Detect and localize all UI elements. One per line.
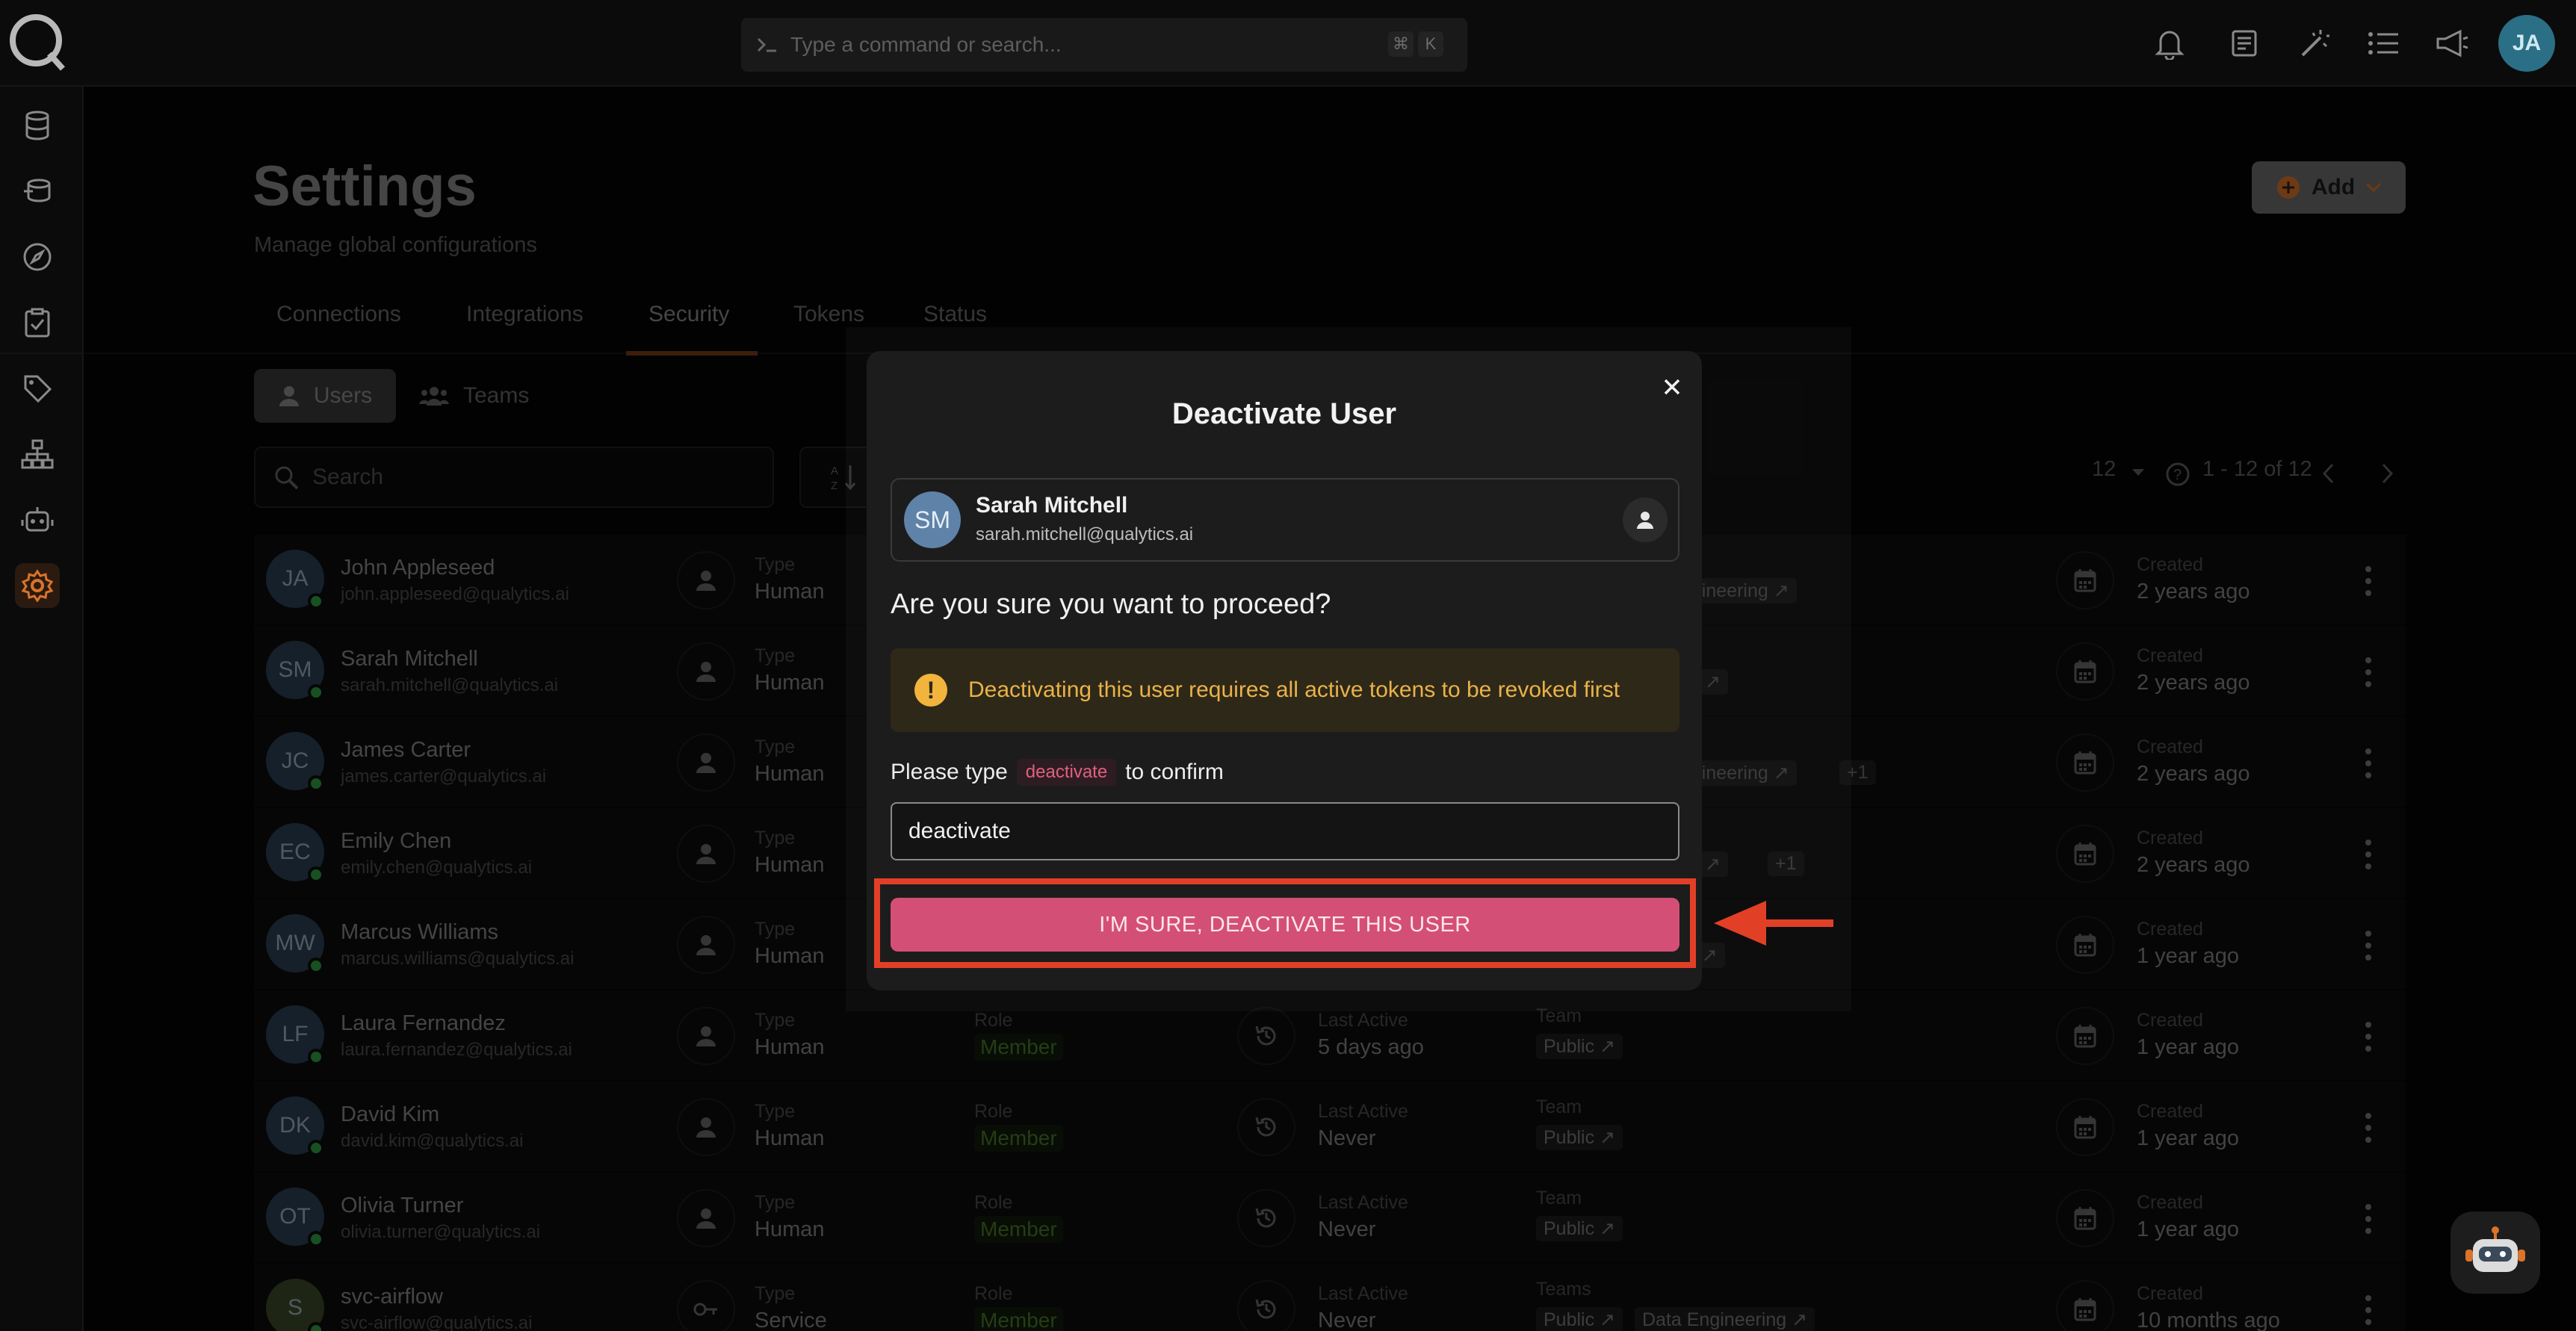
close-icon[interactable] (1657, 372, 1687, 402)
qualytics-logo-icon[interactable] (6, 10, 69, 73)
database-icon[interactable] (15, 103, 60, 148)
confirm-suffix: to confirm (1125, 760, 1224, 784)
user-email: sarah.mitchell@qualytics.ai (976, 524, 1194, 544)
confirm-code: deactivate (1016, 759, 1117, 786)
stack-icon[interactable] (15, 169, 60, 214)
user-name: Sarah Mitchell (976, 493, 1128, 518)
confirm-instruction: Please type deactivate to confirm (891, 759, 1224, 786)
assistant-bot-icon[interactable] (2450, 1211, 2540, 1294)
confirm-prefix: Please type (891, 760, 1008, 784)
command-key-hint: ⌘ (1388, 31, 1414, 57)
gear-icon[interactable] (15, 563, 60, 608)
warning-icon: ! (914, 674, 947, 707)
document-icon[interactable] (2223, 22, 2265, 64)
selected-user-card: SM Sarah Mitchell sarah.mitchell@qualyti… (891, 478, 1679, 562)
arrow-left-icon (1711, 896, 1836, 950)
top-bar: Type a command or search... ⌘ K JA (0, 0, 2576, 87)
command-search-bar[interactable]: Type a command or search... ⌘ K (741, 18, 1467, 72)
command-search-placeholder: Type a command or search... (790, 33, 1062, 56)
warning-text: Deactivating this user requires all acti… (968, 677, 1620, 702)
confirm-text-field[interactable] (891, 802, 1679, 860)
terminal-icon (756, 36, 778, 54)
wand-icon[interactable] (2294, 22, 2335, 64)
checklist-icon[interactable] (15, 300, 60, 345)
megaphone-icon[interactable] (2431, 22, 2473, 64)
bell-icon[interactable] (2149, 22, 2190, 64)
highlight-box (874, 878, 1696, 968)
tag-icon[interactable] (15, 366, 60, 411)
person-icon (1623, 497, 1668, 542)
warning-banner: ! Deactivating this user requires all ac… (891, 648, 1679, 732)
robot-icon[interactable] (15, 497, 60, 542)
hierarchy-icon[interactable] (15, 432, 60, 477)
list-icon[interactable] (2362, 22, 2404, 64)
confirmation-question: Are you sure you want to proceed? (891, 589, 1331, 620)
dialog-title: Deactivate User (1171, 397, 1397, 430)
user-avatar[interactable]: JA (2498, 15, 2555, 72)
k-key-hint: K (1418, 31, 1443, 57)
sidebar (0, 87, 84, 1331)
compass-icon[interactable] (15, 235, 60, 279)
avatar: SM (904, 491, 961, 548)
